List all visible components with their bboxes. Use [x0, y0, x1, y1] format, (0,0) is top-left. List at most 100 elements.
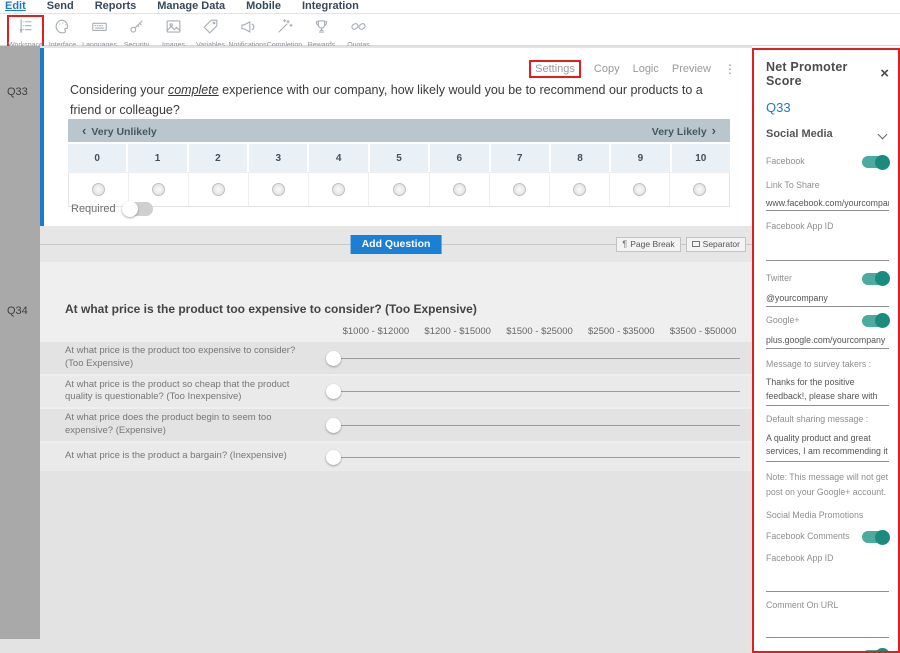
panel-title: Net Promoter Score: [766, 60, 880, 88]
nps-point-0: 0: [68, 144, 128, 172]
nps-scale-header: ‹Very Unlikely Very Likely›: [68, 119, 730, 142]
separator-label: Separator: [703, 239, 740, 249]
notifications-icon: [238, 17, 257, 41]
radio-button[interactable]: [152, 183, 165, 196]
chevron-down-icon[interactable]: [878, 129, 888, 139]
google-plus-toggle[interactable]: [862, 315, 889, 327]
toolbar-item-notifications[interactable]: Notifications: [229, 15, 266, 49]
settings-button[interactable]: Settings: [529, 60, 581, 78]
price-slider: [328, 383, 740, 399]
slider-knob[interactable]: [326, 351, 341, 366]
slider-row: At what price is the product too expensi…: [40, 342, 752, 374]
radio-button[interactable]: [693, 183, 706, 196]
radio-button[interactable]: [92, 183, 105, 196]
default-sharing-textarea[interactable]: A quality product and great services, I …: [766, 432, 889, 462]
toggle-knob: [875, 155, 890, 170]
radio-button[interactable]: [393, 183, 406, 196]
radio-button[interactable]: [573, 183, 586, 196]
required-row: Required: [71, 202, 153, 216]
menu-item-manage-data[interactable]: Manage Data: [157, 0, 225, 12]
q33-action-bar: Settings Copy Logic Preview ⋮: [529, 60, 736, 78]
menu-bar: Edit Send Reports Manage Data Mobile Int…: [0, 0, 900, 14]
nps-point-row: 0 1 2 3 4 5 6 7 8 9 10: [68, 142, 730, 172]
variables-icon: [201, 17, 220, 41]
radio-button[interactable]: [212, 183, 225, 196]
facebook-comments-toggle[interactable]: [862, 531, 889, 543]
copy-button[interactable]: Copy: [594, 63, 620, 75]
twitter-label: Twitter: [766, 273, 792, 284]
radio-button[interactable]: [332, 183, 345, 196]
workspace-icon: [16, 17, 35, 41]
question-text-prefix: Considering your: [70, 83, 168, 97]
facebook-app-id-2-input[interactable]: [766, 578, 889, 592]
toolbar-item-rewards[interactable]: Rewards: [303, 15, 340, 49]
slider-row: At what price is the product a bargain? …: [40, 443, 752, 471]
completion-icon: [275, 17, 294, 41]
radio-button[interactable]: [513, 183, 526, 196]
facebook-app-id-label: Facebook App ID: [766, 221, 889, 232]
nps-radio-row: [68, 172, 730, 207]
toolbar-item-completion[interactable]: Completion: [266, 15, 303, 49]
nps-point-6: 6: [430, 144, 490, 172]
question-gutter: Q33 Q34: [0, 46, 40, 639]
comment-on-url-input[interactable]: [766, 624, 889, 638]
radio-button[interactable]: [633, 183, 646, 196]
toolbar-item-security[interactable]: Security: [118, 15, 155, 49]
price-column-header: $2500 - $35000: [580, 326, 662, 337]
nps-right-anchor: Very Likely: [652, 126, 707, 138]
slider-knob[interactable]: [326, 450, 341, 465]
price-slider: [328, 350, 740, 366]
toolbar-item-variables[interactable]: Variables: [192, 15, 229, 49]
radio-button[interactable]: [272, 183, 285, 196]
toolbar-item-languages[interactable]: Languages: [81, 15, 118, 49]
radio-button[interactable]: [453, 183, 466, 196]
nps-point-3: 3: [249, 144, 309, 172]
default-sharing-label: Default sharing message :: [766, 414, 889, 425]
more-options-icon[interactable]: ⋮: [724, 64, 736, 74]
page-break-button[interactable]: ¶Page Break: [616, 237, 680, 252]
facebook-app-id-input[interactable]: [766, 247, 889, 261]
chevron-left-icon[interactable]: ‹: [82, 123, 86, 138]
message-to-takers-textarea[interactable]: Thanks for the positive feedback!, pleas…: [766, 376, 889, 406]
nps-point-7: 7: [491, 144, 551, 172]
toolbar-item-images[interactable]: Images: [155, 15, 192, 49]
nps-radio-cell: [610, 173, 670, 206]
add-question-button[interactable]: Add Question: [351, 235, 442, 254]
social-media-promotions-label: Social Media Promotions: [766, 510, 889, 521]
panel-question-id: Q33: [766, 100, 889, 115]
question-text-emphasis: complete: [168, 83, 219, 97]
nps-radio-cell: [369, 173, 429, 206]
slider-knob[interactable]: [326, 418, 341, 433]
twitter-handle-input[interactable]: [766, 293, 889, 307]
nps-point-1: 1: [128, 144, 188, 172]
menu-item-integration[interactable]: Integration: [302, 0, 359, 12]
nps-radio-cell: [490, 173, 550, 206]
menu-item-send[interactable]: Send: [47, 0, 74, 12]
menu-item-mobile[interactable]: Mobile: [246, 0, 281, 12]
logic-button[interactable]: Logic: [633, 63, 659, 75]
chevron-right-icon[interactable]: ›: [712, 123, 716, 138]
required-toggle[interactable]: [123, 202, 153, 216]
slider-track: [328, 425, 740, 426]
google-plus-url-input[interactable]: [766, 335, 889, 349]
price-column-header: $1000 - $12000: [335, 326, 417, 337]
twitter-toggle[interactable]: [862, 273, 889, 285]
toolbar-item-quotas[interactable]: Quotas: [340, 15, 377, 49]
menu-item-reports[interactable]: Reports: [95, 0, 137, 12]
slider-knob[interactable]: [326, 384, 341, 399]
toolbar-item-interface[interactable]: Interface: [44, 15, 81, 49]
preview-button[interactable]: Preview: [672, 63, 711, 75]
menu-item-edit[interactable]: Edit: [5, 0, 26, 12]
nps-point-2: 2: [189, 144, 249, 172]
close-icon[interactable]: ×: [880, 68, 889, 80]
page-break-icon: ¶: [622, 239, 627, 249]
separator-button[interactable]: Separator: [686, 237, 746, 252]
link-to-share-input[interactable]: [766, 197, 889, 211]
facebook-toggle[interactable]: [862, 156, 889, 168]
facebook-app-id-2-label: Facebook App ID: [766, 553, 889, 564]
page-break-label: Page Break: [630, 239, 674, 249]
q33-question-text: Considering your complete experience wit…: [70, 80, 718, 120]
nps-scale: ‹Very Unlikely Very Likely› 0 1 2 3 4 5 …: [68, 119, 730, 207]
survey-canvas: Q33 Q34 Settings Copy Logic Preview ⋮ Co…: [0, 46, 752, 653]
social-media-section-label: Social Media: [766, 128, 833, 140]
